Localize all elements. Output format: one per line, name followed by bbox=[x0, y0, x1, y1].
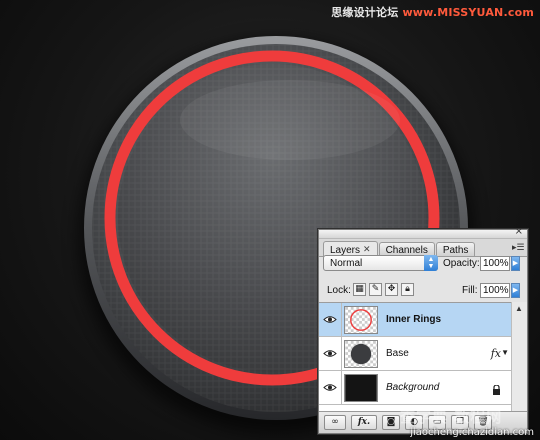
fill-label: Fill: bbox=[462, 285, 478, 296]
fill-input[interactable]: 100% bbox=[480, 283, 510, 298]
tab-paths[interactable]: Paths bbox=[435, 242, 476, 256]
watermark-top-site: www.MISSYUAN.com bbox=[402, 6, 534, 19]
tab-layers[interactable]: Layers ✕ bbox=[323, 241, 378, 256]
mask-icon[interactable]: ◙ bbox=[382, 415, 400, 430]
scroll-up-icon[interactable]: ▲ bbox=[515, 304, 523, 313]
tab-close-icon[interactable]: ✕ bbox=[363, 245, 371, 255]
layer-row-background[interactable]: Background bbox=[319, 371, 511, 405]
lock-transparency-icon[interactable]: ▦ bbox=[353, 283, 366, 296]
opacity-label: Opacity: bbox=[443, 258, 480, 269]
layers-panel: × Layers ✕ Channels Paths ▸☰ Normal ▲ ▼ O… bbox=[318, 227, 528, 434]
watermark-top: 思缘设计论坛 www.MISSYUAN.com bbox=[331, 4, 534, 20]
watermark-bottom-logo: 查字典 教程网 bbox=[400, 408, 503, 426]
link-layers-icon[interactable]: ∞ bbox=[324, 415, 346, 430]
eye-icon bbox=[323, 316, 337, 323]
blend-mode-select[interactable]: Normal ▲ ▼ bbox=[323, 255, 438, 271]
fill-dropdown-icon[interactable]: ▶ bbox=[511, 283, 520, 298]
lock-label: Lock: bbox=[327, 285, 351, 296]
lock-icon bbox=[492, 382, 501, 400]
eye-icon bbox=[323, 350, 337, 357]
lock-all-icon[interactable]: 🔒︎ bbox=[401, 283, 414, 296]
layer-thumbnail-base bbox=[344, 340, 378, 368]
panel-close-icon[interactable]: × bbox=[515, 227, 523, 237]
layer-name: Inner Rings bbox=[386, 314, 442, 325]
select-arrows-icon: ▲ ▼ bbox=[424, 255, 438, 271]
fx-icon[interactable]: fx bbox=[491, 347, 501, 360]
layer-row-base[interactable]: Base fx ▼ bbox=[319, 337, 511, 371]
tab-channels[interactable]: Channels bbox=[378, 242, 435, 256]
layer-name: Base bbox=[386, 348, 409, 359]
watermark-bottom-url: jiaocheng.chazidian.com bbox=[410, 427, 534, 438]
layer-thumbnail-inner-rings bbox=[344, 306, 378, 334]
blend-mode-value: Normal bbox=[330, 258, 363, 269]
visibility-toggle[interactable] bbox=[319, 371, 342, 404]
watermark-top-prefix: 思缘设计论坛 bbox=[331, 6, 399, 19]
layers-scrollbar[interactable]: ▲ bbox=[511, 302, 527, 412]
button-highlight bbox=[180, 80, 400, 160]
layer-name: Background bbox=[386, 382, 440, 393]
visibility-toggle[interactable] bbox=[319, 303, 342, 336]
tab-paths-label: Paths bbox=[442, 245, 469, 256]
opacity-input[interactable]: 100% bbox=[480, 256, 510, 271]
eye-icon bbox=[323, 384, 337, 391]
layer-thumbnail-background bbox=[344, 374, 378, 402]
lock-position-icon[interactable]: ✥ bbox=[385, 283, 398, 296]
expand-effects-icon[interactable]: ▼ bbox=[501, 348, 509, 357]
panel-titlebar[interactable]: × bbox=[319, 227, 527, 239]
opacity-dropdown-icon[interactable]: ▶ bbox=[511, 256, 520, 271]
panel-menu-icon[interactable]: ▸☰ bbox=[512, 242, 525, 252]
layers-list: Inner Rings Base fx ▼ Background bbox=[319, 302, 511, 413]
tab-layers-label: Layers bbox=[330, 244, 361, 256]
fx-icon[interactable]: fx. bbox=[351, 415, 377, 430]
lock-image-icon[interactable]: ✎ bbox=[369, 283, 382, 296]
visibility-toggle[interactable] bbox=[319, 337, 342, 370]
layer-row-inner-rings[interactable]: Inner Rings bbox=[319, 303, 511, 337]
